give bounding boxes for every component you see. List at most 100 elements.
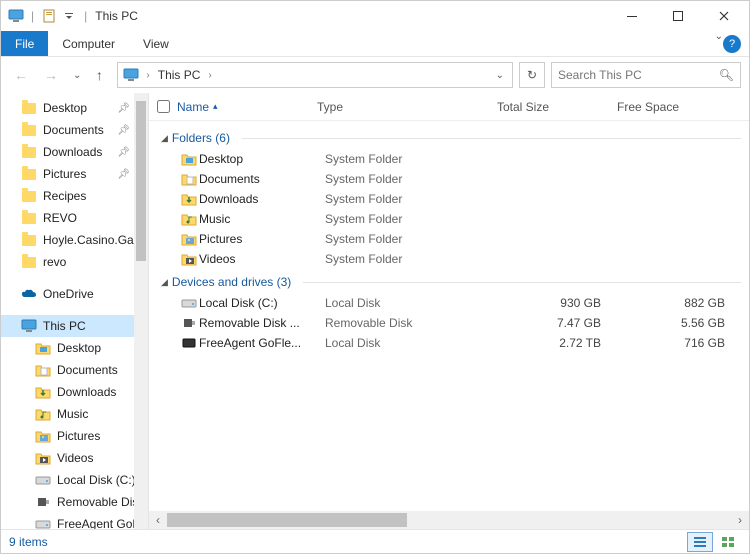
list-item[interactable]: DownloadsSystem Folder bbox=[153, 189, 749, 209]
address-bar[interactable]: › This PC › ⌄ bbox=[117, 62, 513, 88]
sidebar-item-quick[interactable]: Documents📌︎ bbox=[1, 119, 148, 141]
details-view-button[interactable] bbox=[687, 532, 713, 552]
sidebar-item-pc-child[interactable]: Documents bbox=[1, 359, 148, 381]
horizontal-scrollbar[interactable]: ‹ › bbox=[149, 511, 749, 529]
scrollbar-thumb[interactable] bbox=[167, 513, 407, 527]
sidebar-item-pc-child[interactable]: Removable Disk bbox=[1, 491, 148, 513]
sidebar-item-label: Removable Disk bbox=[57, 495, 144, 509]
sidebar-item-quick[interactable]: Downloads📌︎ bbox=[1, 141, 148, 163]
collapse-icon[interactable]: ◢ bbox=[161, 277, 168, 288]
breadcrumb[interactable]: This PC bbox=[154, 68, 205, 82]
list-item[interactable]: Local Disk (C:)Local Disk930 GB882 GB bbox=[153, 293, 749, 313]
group-header-drives[interactable]: ◢ Devices and drives (3) bbox=[153, 269, 749, 293]
disk-icon bbox=[35, 472, 51, 488]
folder-icon bbox=[181, 232, 199, 246]
ribbon-expand-icon[interactable]: ⌄ bbox=[715, 31, 723, 56]
forward-button[interactable]: → bbox=[39, 63, 63, 87]
sidebar-item-pc-child[interactable]: Videos bbox=[1, 447, 148, 469]
sidebar-item-label: Desktop bbox=[57, 341, 101, 355]
chevron-right-icon[interactable]: › bbox=[204, 70, 215, 81]
folder-icon bbox=[21, 210, 37, 226]
sidebar-item-label: OneDrive bbox=[43, 287, 94, 301]
item-count: 9 items bbox=[9, 535, 48, 549]
item-free-space: 5.56 GB bbox=[625, 316, 749, 330]
folder-icon bbox=[35, 428, 51, 444]
sidebar-item-onedrive[interactable]: OneDrive bbox=[1, 283, 148, 305]
sidebar-item-pc-child[interactable]: Pictures bbox=[1, 425, 148, 447]
view-tab[interactable]: View bbox=[129, 31, 183, 56]
item-name: Documents bbox=[199, 172, 325, 186]
sidebar-item-quick[interactable]: Hoyle.Casino.Ga bbox=[1, 229, 148, 251]
maximize-button[interactable] bbox=[655, 1, 701, 31]
search-input[interactable]: Search This PC 🔍︎ bbox=[551, 62, 741, 88]
chevron-right-icon[interactable]: › bbox=[142, 70, 153, 81]
sidebar-item-pc-child[interactable]: Music bbox=[1, 403, 148, 425]
navigation-bar: ← → ⌄ ↑ › This PC › ⌄ ↻ Search This PC 🔍… bbox=[1, 57, 749, 93]
sidebar-item-pc-child[interactable]: Downloads bbox=[1, 381, 148, 403]
usb-icon bbox=[181, 316, 199, 330]
history-dropdown-icon[interactable]: ⌄ bbox=[73, 70, 81, 81]
qat-dropdown-icon[interactable] bbox=[60, 7, 78, 25]
sidebar-item-pc-child[interactable]: FreeAgent GoFle bbox=[1, 513, 148, 529]
sidebar-item-label: Videos bbox=[57, 451, 93, 465]
address-dropdown-icon[interactable]: ⌄ bbox=[490, 70, 510, 81]
close-button[interactable] bbox=[701, 1, 747, 31]
scroll-left-icon[interactable]: ‹ bbox=[149, 511, 167, 529]
item-name: Desktop bbox=[199, 152, 325, 166]
sidebar-item-quick[interactable]: Recipes bbox=[1, 185, 148, 207]
refresh-button[interactable]: ↻ bbox=[519, 62, 545, 88]
list-item[interactable]: FreeAgent GoFle...Local Disk2.72 TB716 G… bbox=[153, 333, 749, 353]
item-type: System Folder bbox=[325, 252, 505, 266]
properties-icon[interactable] bbox=[40, 7, 58, 25]
list-item[interactable]: Removable Disk ...Removable Disk7.47 GB5… bbox=[153, 313, 749, 333]
list-item[interactable]: VideosSystem Folder bbox=[153, 249, 749, 269]
sidebar-item-quick[interactable]: Pictures📌︎ bbox=[1, 163, 148, 185]
sidebar-item-label: Pictures bbox=[57, 429, 100, 443]
list-item[interactable]: MusicSystem Folder bbox=[153, 209, 749, 229]
separator: | bbox=[84, 9, 87, 23]
onedrive-icon bbox=[21, 286, 37, 302]
disk-icon bbox=[181, 296, 199, 310]
list-item[interactable]: DocumentsSystem Folder bbox=[153, 169, 749, 189]
group-title: Folders (6) bbox=[172, 131, 230, 145]
folder-icon bbox=[21, 166, 37, 182]
item-name: Downloads bbox=[199, 192, 325, 206]
sidebar-item-quick[interactable]: REVO bbox=[1, 207, 148, 229]
column-header-name[interactable]: Name▴ bbox=[177, 100, 317, 114]
column-header-free[interactable]: Free Space bbox=[617, 100, 749, 114]
sidebar-item-label: revo bbox=[43, 255, 66, 269]
scroll-right-icon[interactable]: › bbox=[731, 511, 749, 529]
item-free-space: 882 GB bbox=[625, 296, 749, 310]
column-header-total[interactable]: Total Size bbox=[497, 100, 617, 114]
help-icon[interactable]: ? bbox=[723, 35, 741, 53]
group-header-folders[interactable]: ◢ Folders (6) bbox=[153, 125, 749, 149]
select-all-checkbox[interactable] bbox=[157, 100, 177, 113]
list-item[interactable]: DesktopSystem Folder bbox=[153, 149, 749, 169]
nav-scrollbar[interactable] bbox=[134, 93, 148, 529]
item-total-size: 2.72 TB bbox=[505, 336, 625, 350]
search-placeholder: Search This PC bbox=[558, 68, 642, 82]
file-tab[interactable]: File bbox=[1, 31, 48, 56]
sidebar-item-label: REVO bbox=[43, 211, 77, 225]
collapse-icon[interactable]: ◢ bbox=[161, 133, 168, 144]
sidebar-item-this-pc[interactable]: This PC bbox=[1, 315, 148, 337]
up-button[interactable]: ↑ bbox=[87, 63, 111, 87]
pin-icon: 📌︎ bbox=[117, 169, 130, 180]
pin-icon: 📌︎ bbox=[117, 103, 130, 114]
sidebar-item-pc-child[interactable]: Desktop bbox=[1, 337, 148, 359]
item-type: System Folder bbox=[325, 212, 505, 226]
item-name: FreeAgent GoFle... bbox=[199, 336, 325, 350]
minimize-button[interactable] bbox=[609, 1, 655, 31]
back-button[interactable]: ← bbox=[9, 63, 33, 87]
computer-tab[interactable]: Computer bbox=[48, 31, 129, 56]
sidebar-item-quick[interactable]: revo bbox=[1, 251, 148, 273]
folder-icon bbox=[21, 232, 37, 248]
sidebar-item-quick[interactable]: Desktop📌︎ bbox=[1, 97, 148, 119]
sidebar-item-pc-child[interactable]: Local Disk (C:) bbox=[1, 469, 148, 491]
column-headers: Name▴ Type Total Size Free Space bbox=[149, 93, 749, 121]
list-item[interactable]: PicturesSystem Folder bbox=[153, 229, 749, 249]
folder-icon bbox=[181, 172, 199, 186]
scrollbar-thumb[interactable] bbox=[136, 101, 146, 261]
tiles-view-button[interactable] bbox=[715, 532, 741, 552]
column-header-type[interactable]: Type bbox=[317, 100, 497, 114]
